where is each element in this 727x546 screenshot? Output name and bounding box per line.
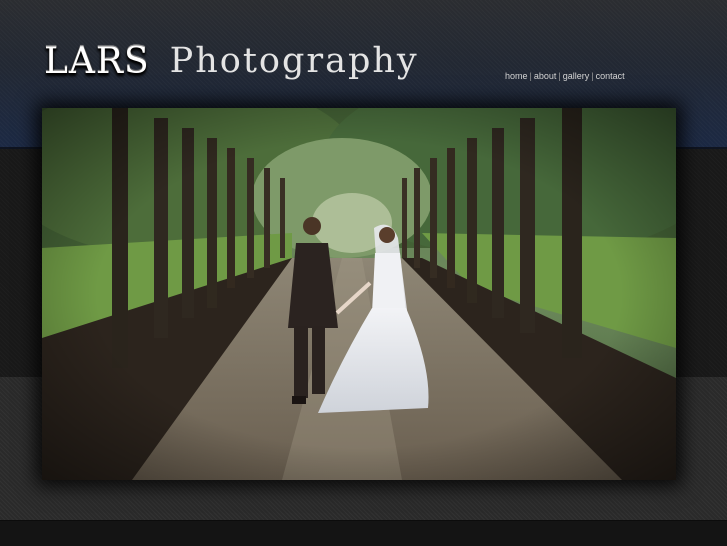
nav-link-gallery[interactable]: gallery	[563, 71, 590, 81]
nav-link-about[interactable]: about	[534, 71, 557, 81]
nav-link-contact[interactable]: contact	[596, 71, 625, 81]
nav-link-home[interactable]: home	[505, 71, 528, 81]
main-nav: home | about | gallery | contact	[505, 71, 625, 81]
hero-photo	[42, 108, 676, 480]
logo-wordmark-photography: Photography	[169, 41, 419, 81]
hero-photo-image	[42, 108, 676, 480]
logo-wordmark-lars: LARS	[44, 40, 150, 81]
site-logo[interactable]: LARS Photography	[44, 40, 419, 88]
footer-bar	[0, 520, 727, 546]
